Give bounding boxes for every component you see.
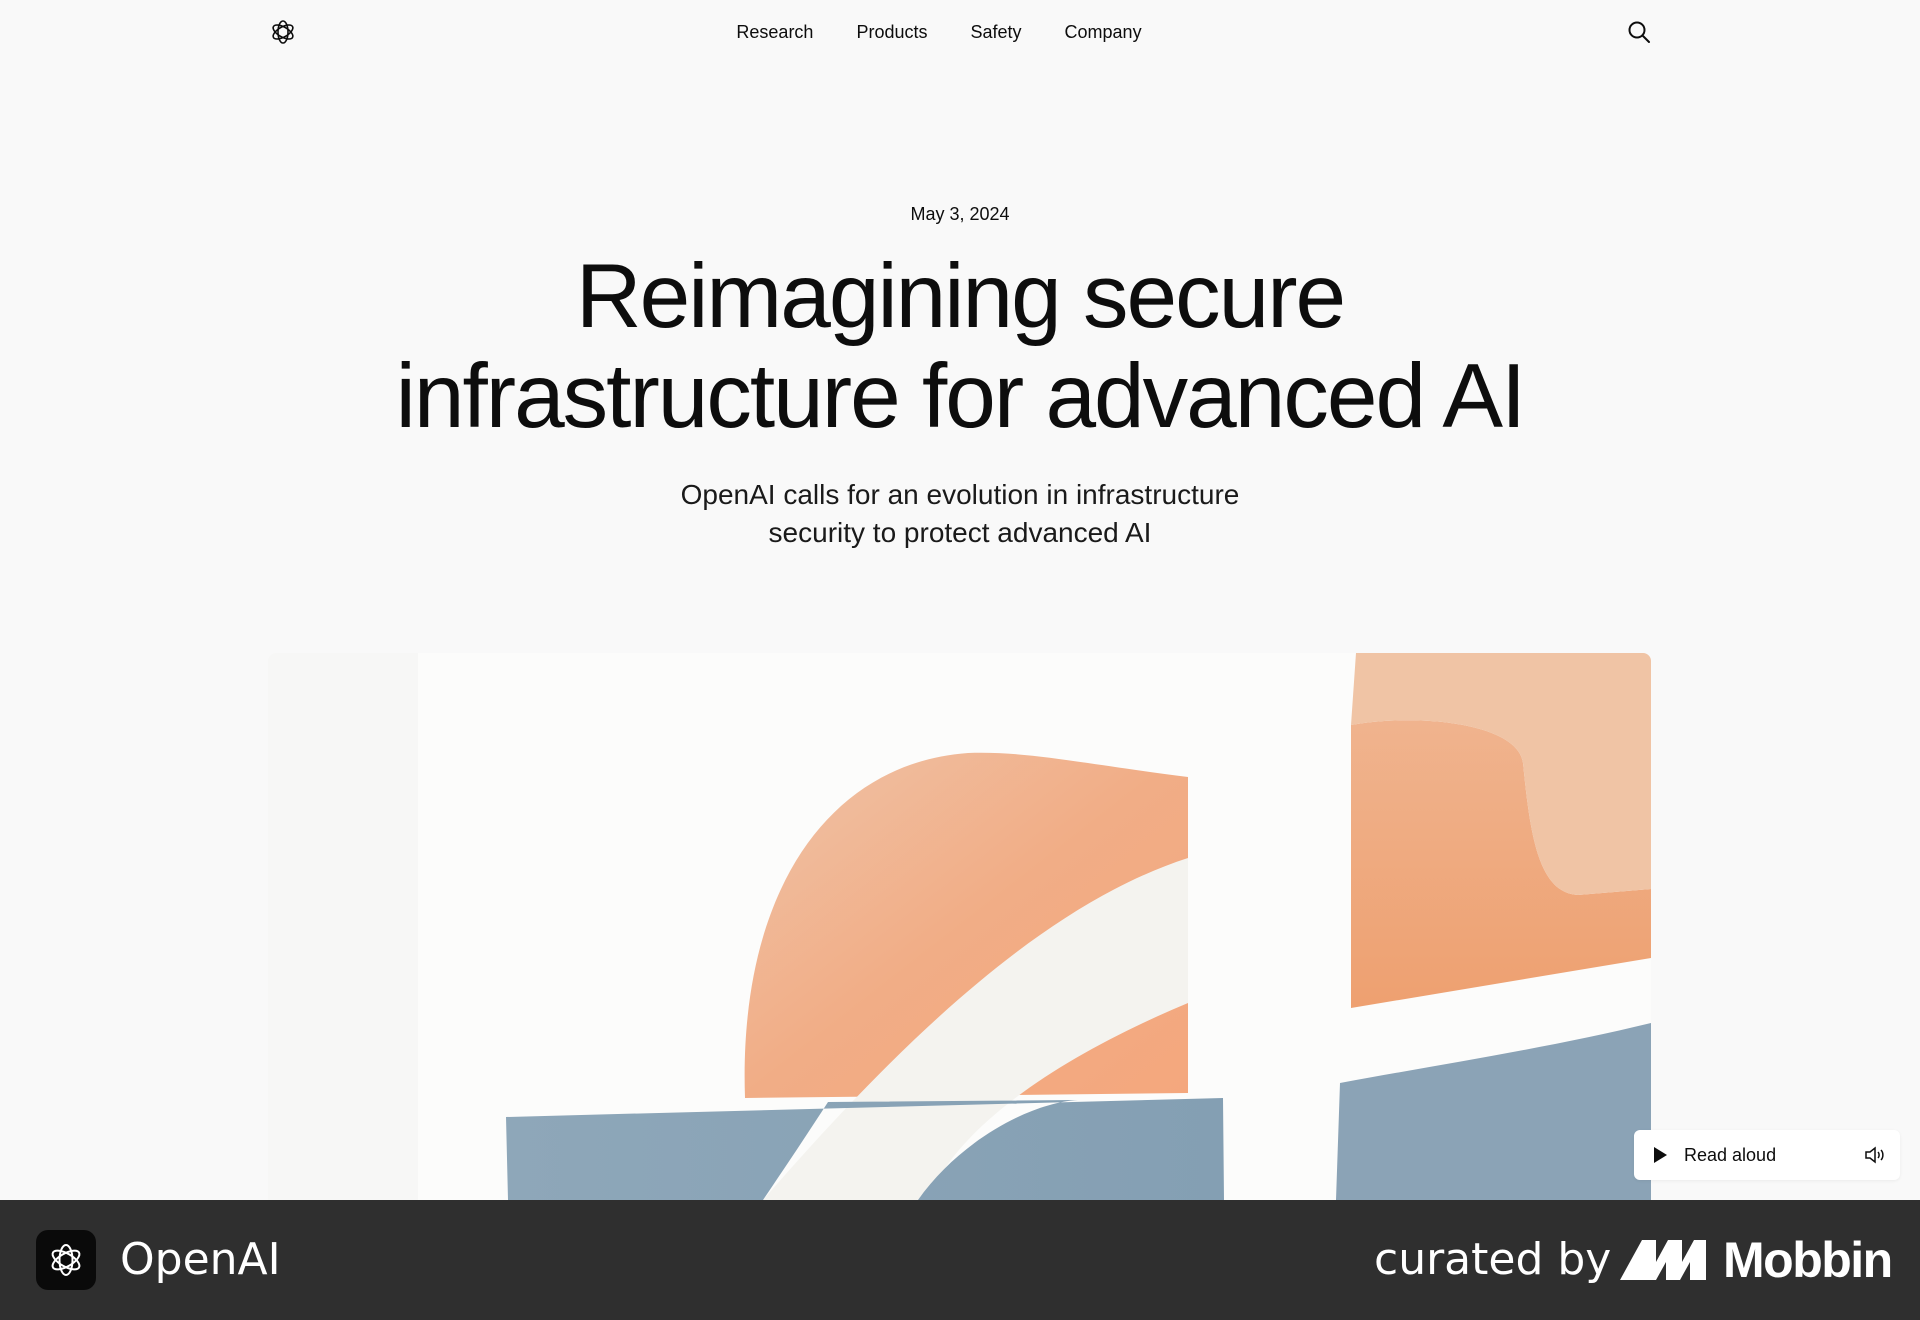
- nav-link-company[interactable]: Company: [1065, 20, 1142, 44]
- nav-link-safety[interactable]: Safety: [971, 20, 1022, 44]
- article-date: May 3, 2024: [910, 204, 1010, 224]
- read-aloud-label: Read aloud: [1684, 1144, 1777, 1165]
- read-aloud-button[interactable]: Read aloud: [1634, 1130, 1900, 1180]
- app-name: OpenAI: [120, 1234, 281, 1285]
- play-icon: [1652, 1146, 1668, 1164]
- mobbin-logo-icon: [1620, 1240, 1706, 1280]
- article-subtitle: OpenAI calls for an evolution in infrast…: [0, 476, 1920, 552]
- nav-link-products[interactable]: Products: [856, 20, 927, 44]
- openai-app-icon: [36, 1230, 96, 1290]
- title-line-2: infrastructure for advanced AI: [395, 346, 1527, 447]
- top-nav: Research Products Safety Company: [0, 0, 1920, 64]
- title-line-1: Reimagining secure: [575, 246, 1346, 347]
- nav-link-research[interactable]: Research: [736, 20, 813, 44]
- curated-by-label: curated by: [1374, 1234, 1612, 1285]
- search-icon[interactable]: [1626, 19, 1652, 45]
- page-title: Reimagining secure infrastructure for ad…: [0, 247, 1920, 447]
- mobbin-footer-bar: OpenAI curated by Mobbin: [0, 1200, 1920, 1320]
- subtitle-line-1: OpenAI calls for an evolution in infrast…: [680, 479, 1240, 510]
- hero-artwork: [268, 653, 1651, 1200]
- speaker-icon[interactable]: [1864, 1145, 1886, 1165]
- mobbin-wordmark: Mobbin: [1723, 1232, 1893, 1288]
- subtitle-line-2: security to protect advanced AI: [768, 517, 1152, 548]
